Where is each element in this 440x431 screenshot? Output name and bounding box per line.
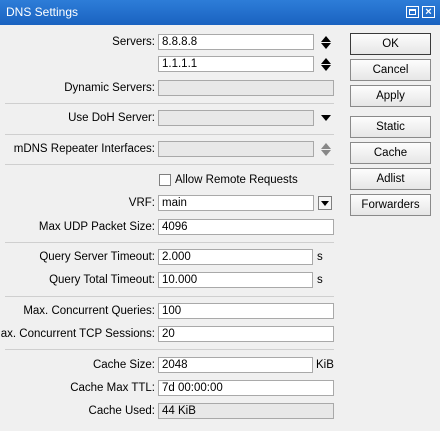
close-button[interactable]: ×	[422, 6, 435, 18]
dynamic-servers-label: Dynamic Servers:	[64, 82, 155, 94]
maximize-button[interactable]	[406, 6, 419, 18]
cache-used-label: Cache Used:	[88, 405, 155, 417]
cache-size-field[interactable]: 2048	[158, 357, 313, 373]
vrf-select[interactable]: main	[158, 195, 314, 211]
ok-button[interactable]: OK	[350, 33, 431, 55]
mdns-repeater-field[interactable]	[158, 141, 314, 157]
separator	[5, 134, 334, 135]
separator	[5, 103, 334, 104]
query-server-timeout-label: Query Server Timeout:	[39, 251, 155, 263]
max-udp-packet-size-field[interactable]: 4096	[158, 219, 334, 235]
server-field-2[interactable]: 1.1.1.1	[158, 56, 314, 72]
max-udp-packet-size-label: Max UDP Packet Size:	[38, 221, 155, 233]
max-concurrent-queries-field[interactable]: 100	[158, 303, 334, 319]
window-title: DNS Settings	[6, 5, 79, 19]
allow-remote-requests-label[interactable]: Allow Remote Requests	[175, 174, 298, 186]
server-2-move-up-icon[interactable]	[321, 58, 331, 64]
vrf-dropdown-button[interactable]	[318, 196, 332, 210]
query-total-timeout-unit: s	[317, 274, 323, 286]
dns-settings-window: DNS Settings × Servers: 8.8.8.8 1.1.1.1 …	[0, 0, 440, 431]
cache-used-field: 44 KiB	[158, 403, 334, 419]
doh-dropdown-icon[interactable]	[321, 115, 331, 121]
static-button[interactable]: Static	[350, 116, 431, 138]
vrf-label: VRF:	[128, 197, 155, 209]
use-doh-server-label: Use DoH Server:	[68, 112, 155, 124]
dynamic-servers-field	[158, 80, 334, 96]
query-total-timeout-field[interactable]: 10.000	[158, 272, 313, 288]
allow-remote-requests-checkbox[interactable]	[159, 174, 171, 186]
server-field-1[interactable]: 8.8.8.8	[158, 34, 314, 50]
query-server-timeout-field[interactable]: 2.000	[158, 249, 313, 265]
server-1-move-down-icon[interactable]	[321, 43, 331, 49]
separator	[5, 296, 334, 297]
servers-label: Servers:	[112, 36, 155, 48]
separator	[5, 164, 334, 165]
mdns-add-down-icon	[321, 150, 331, 156]
apply-button[interactable]: Apply	[350, 85, 431, 107]
adlist-button[interactable]: Adlist	[350, 168, 431, 190]
use-doh-server-field[interactable]	[158, 110, 314, 126]
query-total-timeout-label: Query Total Timeout:	[49, 274, 155, 286]
mdns-repeater-label: mDNS Repeater Interfaces:	[13, 143, 155, 155]
title-bar[interactable]: DNS Settings ×	[0, 0, 440, 25]
mdns-add-up-icon	[321, 143, 331, 149]
cache-size-label: Cache Size:	[92, 359, 155, 371]
cache-size-unit: KiB	[316, 359, 334, 371]
forwarders-button[interactable]: Forwarders	[350, 194, 431, 216]
cancel-button[interactable]: Cancel	[350, 59, 431, 81]
server-1-move-up-icon[interactable]	[321, 36, 331, 42]
max-concurrent-tcp-sessions-field[interactable]: 20	[158, 326, 334, 342]
cache-button[interactable]: Cache	[350, 142, 431, 164]
query-server-timeout-unit: s	[317, 251, 323, 263]
cache-max-ttl-label: Cache Max TTL:	[70, 382, 155, 394]
separator	[5, 349, 334, 350]
max-concurrent-queries-label: Max. Concurrent Queries:	[23, 305, 155, 317]
vrf-chevron-down-icon	[321, 201, 329, 206]
cache-max-ttl-field[interactable]: 7d 00:00:00	[158, 380, 334, 396]
separator	[5, 242, 334, 243]
max-concurrent-tcp-sessions-label: Max. Concurrent TCP Sessions:	[0, 328, 155, 340]
server-2-move-down-icon[interactable]	[321, 65, 331, 71]
